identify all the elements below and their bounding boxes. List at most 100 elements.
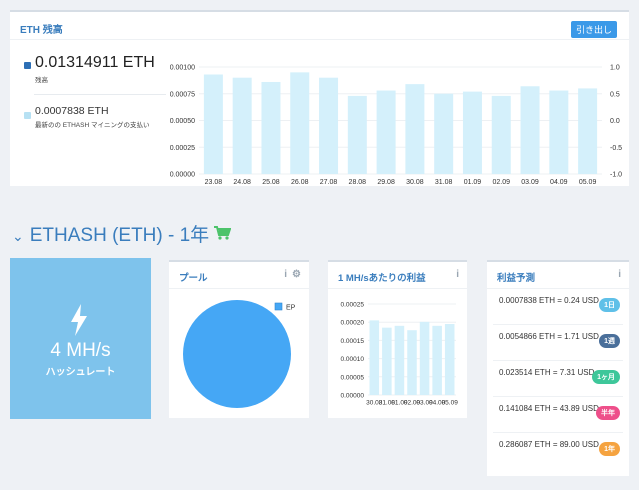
bar [549, 90, 569, 174]
x-tick-label: 05.09 [579, 179, 597, 185]
x-tick-label: 04.09 [550, 179, 568, 185]
x-tick-label: 29.08 [377, 179, 395, 185]
section-title: ETHASH (ETH) - 1年 [29, 225, 210, 246]
info-icon[interactable]: i [618, 269, 621, 280]
bar [462, 91, 482, 174]
divider [10, 39, 629, 40]
y2-tick-label: -1.0 [610, 172, 622, 179]
bar [290, 72, 310, 174]
x-tick-label: 28.08 [349, 179, 367, 185]
cart-icon[interactable] [213, 225, 232, 247]
y-tick-label: 0.00005 [341, 374, 365, 381]
profit-card: 1 MH/sあたりの利益 i 0.00000 0.00005 0.00010 0.00… [328, 260, 467, 418]
lightning-icon [71, 304, 87, 336]
balance-main: 0.01314911 ETH 残高 [24, 54, 155, 84]
estimate-list: 0.0007838 ETH = 0.24 USD 1日 0.0054866 ETH … [487, 289, 629, 469]
hashrate-value: 4 MH/s [50, 340, 111, 361]
y-tick-label: 0.00025 [341, 302, 365, 309]
x-tick-label: 02.09 [492, 179, 510, 185]
x-tick-label: 26.08 [291, 179, 309, 185]
bar [432, 325, 442, 395]
bar [407, 330, 417, 395]
hashrate-label: ハッシュレート [45, 367, 116, 378]
bar [444, 324, 455, 395]
period-badge: 1ヶ月 [592, 370, 620, 384]
legend-label: EP [286, 305, 296, 312]
gear-icon[interactable]: ⚙ [292, 269, 301, 280]
estimate-value: 0.023514 ETH = 7.31 USD [499, 368, 595, 377]
bar [203, 74, 223, 174]
y-tick-label: 0.00000 [170, 172, 195, 179]
payout-value: 0.0007838 ETH [35, 105, 109, 117]
pool-chart: EP [183, 300, 296, 408]
estimate-row: 0.0054866 ETH = 1.71 USD 1週 [493, 325, 623, 361]
balance-card: ETH 残高 引き出し 0.01314911 ETH 残高 0.0007838 … [10, 10, 629, 186]
bar [405, 84, 425, 174]
y-tick-label: 0.00010 [341, 356, 365, 363]
balance-chart: 0.00000 0.00025 0.00050 0.00075 0.00100 -1.0 -… [170, 65, 622, 186]
y-tick-label: 0.00075 [170, 91, 195, 98]
x-tick-label: 25.08 [262, 179, 280, 185]
bar [369, 320, 380, 395]
balance-title: ETH 残高 [20, 25, 63, 36]
bar [232, 77, 252, 174]
estimate-value: 0.0054866 ETH = 1.71 USD [499, 332, 599, 341]
x-tick-label: 05.09 [442, 400, 459, 407]
estimate-value: 0.286087 ETH = 89.00 USD [499, 440, 599, 449]
pool-header: プール i ⚙ [169, 262, 309, 289]
period-badge: 1週 [599, 334, 620, 348]
x-tick-label: 23.08 [205, 179, 223, 185]
info-icon[interactable]: i [456, 269, 459, 280]
x-tick-label: 31.08 [435, 179, 453, 185]
chevron-down-icon[interactable]: ⌄ [12, 228, 24, 244]
y2-tick-label: 0.5 [610, 91, 620, 98]
hashrate-tile: 4 MH/s ハッシュレート [10, 258, 151, 419]
y-tick-label: 0.00050 [170, 118, 195, 125]
estimate-row: 0.0007838 ETH = 0.24 USD 1日 [493, 289, 623, 325]
bar [394, 325, 405, 395]
y2-tick-label: -0.5 [610, 145, 622, 152]
x-tick-label: 24.08 [233, 179, 251, 185]
profit-title: 1 MH/sあたりの利益 [338, 273, 426, 284]
y-tick-label: 0.00020 [341, 320, 365, 327]
payout-swatch [24, 112, 31, 119]
bar [319, 77, 339, 174]
x-tick-label: 03.09 [521, 179, 539, 185]
bar [578, 88, 598, 174]
period-badge: 1年 [599, 442, 620, 456]
info-icon[interactable]: i [284, 269, 287, 280]
estimate-row: 0.141084 ETH = 43.89 USD 半年 [493, 397, 623, 433]
withdraw-button[interactable]: 引き出し [570, 21, 617, 38]
payout-label: 最新のの ETHASH マイニングの支払い [35, 122, 150, 129]
estimate-card: 利益予測 i 0.0007838 ETH = 0.24 USD 1日 0.00548… [487, 260, 629, 476]
bar [434, 93, 454, 174]
section-heading[interactable]: ⌄ ETHASH (ETH) - 1年 [12, 220, 232, 247]
bar [382, 327, 392, 395]
bar [347, 95, 367, 174]
estimate-row: 0.023514 ETH = 7.31 USD 1ヶ月 [493, 361, 623, 397]
pool-title: プール [179, 273, 208, 284]
bar [419, 321, 430, 395]
bar [520, 86, 540, 174]
bar [491, 95, 511, 174]
y-tick-label: 0.00025 [170, 145, 195, 152]
estimate-value: 0.141084 ETH = 43.89 USD [499, 404, 599, 413]
period-badge: 1日 [599, 298, 620, 312]
bar [376, 90, 396, 174]
x-tick-label: 27.08 [320, 179, 338, 185]
profit-header: 1 MH/sあたりの利益 i [328, 262, 467, 289]
y2-tick-label: 0.0 [610, 118, 620, 125]
x-tick-label: 30.08 [406, 179, 424, 185]
estimate-title: 利益予測 [497, 273, 536, 284]
y2-tick-label: 1.0 [610, 65, 620, 72]
pie-slice [183, 300, 291, 408]
x-tick-label: 01.09 [464, 179, 482, 185]
balance-label: 残高 [35, 77, 48, 84]
period-badge: 半年 [596, 406, 620, 420]
divider [34, 94, 166, 95]
legend-swatch [274, 302, 283, 311]
pool-card: プール i ⚙ EP [169, 260, 309, 418]
balance-value: 0.01314911 ETH [35, 54, 155, 71]
balance-swatch [24, 62, 31, 69]
profit-chart: 0.00000 0.00005 0.00010 0.00015 0.00020 0.000… [341, 302, 459, 407]
